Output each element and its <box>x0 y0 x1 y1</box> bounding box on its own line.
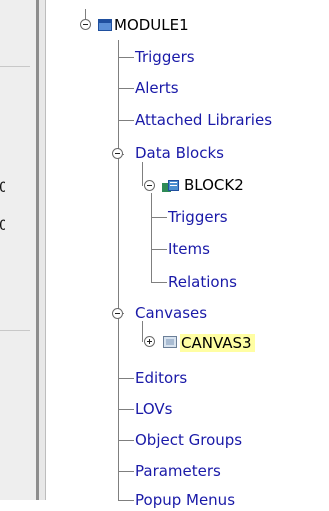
node-label: LOVs <box>135 400 173 418</box>
collapse-data-blocks-toggle[interactable] <box>112 148 123 159</box>
tree-line <box>118 378 134 379</box>
tree-node-canvas3[interactable]: CANVAS3 <box>180 332 255 354</box>
node-label: Canvases <box>135 304 208 322</box>
expand-canvas3-toggle[interactable] <box>144 336 155 347</box>
tree-node-lovs[interactable]: LOVs <box>135 398 172 420</box>
node-label: Relations <box>168 273 237 291</box>
node-label: Alerts <box>135 79 179 97</box>
tree-line <box>151 217 167 218</box>
tree-line <box>118 57 134 58</box>
tree-line <box>142 321 143 342</box>
node-label: MODULE1 <box>114 16 189 34</box>
collapse-module-toggle[interactable] <box>80 19 91 30</box>
tree-node-parameters[interactable]: Parameters <box>135 460 221 482</box>
tree-node-object-groups[interactable]: Object Groups <box>135 429 242 451</box>
node-label: Popup Menus <box>135 491 236 509</box>
tree-line <box>118 88 134 89</box>
tree-line <box>118 40 119 500</box>
tree-node-items[interactable]: Items <box>168 238 210 260</box>
tree-line <box>85 9 86 19</box>
node-label: Items <box>168 240 210 258</box>
collapse-block2-toggle[interactable] <box>144 180 155 191</box>
block-icon <box>162 178 180 192</box>
object-navigator-tree: MODULE1 Triggers Alerts Attached Librari… <box>0 0 329 509</box>
node-label: Parameters <box>135 462 221 480</box>
node-label: Triggers <box>168 208 228 226</box>
tree-line <box>151 193 152 282</box>
node-label: BLOCK2 <box>184 176 244 194</box>
tree-node-block2[interactable]: BLOCK2 <box>184 174 244 196</box>
tree-node-alerts[interactable]: Alerts <box>135 77 179 99</box>
tree-line <box>118 440 134 441</box>
tree-node-module1[interactable]: MODULE1 <box>114 14 189 36</box>
tree-node-block-triggers[interactable]: Triggers <box>168 206 228 228</box>
tree-node-data-blocks[interactable]: Data Blocks <box>135 142 224 164</box>
module-icon <box>98 19 112 31</box>
node-label: Data Blocks <box>135 144 224 162</box>
tree-node-editors[interactable]: Editors <box>135 367 187 389</box>
tree-node-triggers[interactable]: Triggers <box>135 46 195 68</box>
tree-line <box>151 282 167 283</box>
tree-line <box>151 249 167 250</box>
tree-line <box>118 120 134 121</box>
node-label: Editors <box>135 369 188 387</box>
tree-node-attached-libraries[interactable]: Attached Libraries <box>135 109 272 131</box>
node-label: Triggers <box>135 48 195 66</box>
node-label: CANVAS3 <box>180 334 255 352</box>
node-label: Object Groups <box>135 431 243 449</box>
tree-node-popup-menus[interactable]: Popup Menus <box>135 489 235 511</box>
collapse-canvases-toggle[interactable] <box>112 308 123 319</box>
tree-line <box>118 409 134 410</box>
node-label: Attached Libraries <box>135 111 273 129</box>
tree-node-relations[interactable]: Relations <box>168 271 237 293</box>
tree-line <box>118 471 134 472</box>
tree-node-canvases[interactable]: Canvases <box>135 302 207 324</box>
canvas-icon <box>163 336 177 348</box>
tree-line <box>118 500 134 501</box>
tree-line <box>142 162 143 186</box>
